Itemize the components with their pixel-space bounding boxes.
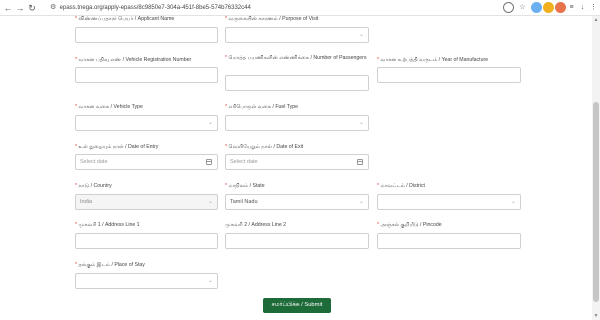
- country-label: * நாடு / Country: [75, 183, 112, 189]
- chevron-down-icon: ⌄: [358, 199, 364, 205]
- purpose-label: * வருகையின் காரணம் / Purpose of Visit: [225, 16, 319, 22]
- place-of-stay-select[interactable]: ⌄: [75, 273, 218, 289]
- address1-label: * முகவரி 1 / Address Line 1: [75, 222, 140, 228]
- chevron-down-icon: ⌄: [358, 120, 364, 126]
- submit-button[interactable]: சமர்ப்பிக்க / Submit: [263, 298, 331, 313]
- state-field: * மாநிலம் / State: [225, 183, 265, 190]
- address2-input[interactable]: [225, 233, 369, 249]
- pincode-field: * அஞ்சல் குறியீடு / Pincode: [377, 222, 442, 229]
- address2-field: முகவரி 2 / Address Line 2: [225, 222, 286, 229]
- state-select[interactable]: Tamil Nadu ⌄: [225, 194, 369, 210]
- country-select: India ⌄: [75, 194, 218, 210]
- page-scrollbar[interactable]: ▲ ▼: [592, 16, 600, 320]
- state-label: * மாநிலம் / State: [225, 183, 265, 189]
- passengers-label: * மொத்த பயணிகளின் எண்ணிக்கை / Number of P…: [225, 55, 367, 61]
- country-field: * நாடு / Country: [75, 183, 112, 190]
- chevron-down-icon: ⌄: [207, 278, 213, 284]
- manufacture-year-label: * வாகன உற்பத்தி வருடம் / Year of Manufact…: [377, 57, 489, 63]
- fuel-type-field: * எரிபொருள் வகை / Fuel Type: [225, 104, 298, 111]
- applicant-name-field: * விண்ணப்பதாரர் பெயர் / Applicant Name: [75, 16, 174, 23]
- purpose-field: * வருகையின் காரணம் / Purpose of Visit: [225, 16, 318, 23]
- date-entry-input[interactable]: Select date: [75, 154, 218, 170]
- scrollbar-thumb[interactable]: [593, 102, 599, 302]
- scroll-up-icon[interactable]: ▲: [592, 16, 600, 24]
- address-bar[interactable]: ⚙ epass.tnega.org/apply-epass/8c9850e7-3…: [50, 1, 520, 14]
- forward-icon[interactable]: →: [14, 2, 26, 14]
- place-of-stay-label: * தங்கும் இடம் / Place of Stay: [75, 262, 145, 268]
- purpose-select[interactable]: ⌄: [225, 27, 369, 43]
- bookmark-star-icon[interactable]: ☆: [517, 2, 528, 13]
- chevron-down-icon: ⌄: [358, 32, 364, 38]
- date-exit-field: * வெளியேறும் நாள் / Date of Exit: [225, 144, 303, 151]
- chevron-down-icon: ⌄: [510, 199, 516, 205]
- download-icon[interactable]: ↓: [577, 2, 588, 13]
- install-app-icon[interactable]: [503, 2, 514, 13]
- fuel-type-select[interactable]: ⌄: [225, 115, 369, 131]
- applicant-name-label: * விண்ணப்பதாரர் பெயர் / Applicant Name: [75, 16, 175, 22]
- applicant-name-input[interactable]: [75, 27, 218, 43]
- address2-label: முகவரி 2 / Address Line 2: [225, 222, 287, 228]
- pincode-label: * அஞ்சல் குறியீடு / Pincode: [377, 222, 442, 228]
- calendar-icon[interactable]: [357, 159, 363, 165]
- site-info-icon[interactable]: ⚙: [50, 1, 58, 14]
- extension-icon[interactable]: [555, 2, 566, 13]
- browser-toolbar: ← → ↻ ⚙ epass.tnega.org/apply-epass/8c98…: [0, 0, 600, 16]
- address1-field: * முகவரி 1 / Address Line 1: [75, 222, 140, 229]
- url-text: epass.tnega.org/apply-epass/8c9850e7-304…: [59, 5, 251, 11]
- extensions-menu-icon[interactable]: ≡: [566, 2, 577, 13]
- address1-input[interactable]: [75, 233, 218, 249]
- vehicle-reg-field: * வாகன பதிவு எண் / Vehicle Registration N…: [75, 57, 191, 64]
- chevron-down-icon: ⌄: [207, 120, 213, 126]
- browser-menu-icon[interactable]: ⋮: [588, 2, 599, 13]
- date-entry-label: * உள் நுழையும் நாள் / Date of Entry: [75, 144, 159, 150]
- vehicle-type-label: * வாகன வகை / Vehicle Type: [75, 104, 143, 110]
- reload-icon[interactable]: ↻: [26, 2, 38, 14]
- district-label: * மாவட்டம் / District: [377, 183, 425, 189]
- district-select[interactable]: ⌄: [377, 194, 521, 210]
- vehicle-type-select[interactable]: ⌄: [75, 115, 218, 131]
- passengers-field: * மொத்த பயணிகளின் எண்ணிக்கை / Number of P…: [225, 55, 370, 62]
- date-exit-label: * வெளியேறும் நாள் / Date of Exit: [225, 144, 304, 150]
- pincode-input[interactable]: [377, 233, 521, 249]
- manufacture-year-field: * வாகன உற்பத்தி வருடம் / Year of Manufact…: [377, 57, 488, 64]
- scroll-down-icon[interactable]: ▼: [592, 312, 600, 320]
- manufacture-year-input[interactable]: [377, 67, 521, 83]
- chevron-down-icon: ⌄: [207, 199, 213, 205]
- vehicle-type-field: * வாகன வகை / Vehicle Type: [75, 104, 143, 111]
- calendar-icon[interactable]: [206, 159, 212, 165]
- date-entry-field: * உள் நுழையும் நாள் / Date of Entry: [75, 144, 158, 151]
- vehicle-reg-label: * வாகன பதிவு எண் / Vehicle Registration N…: [75, 57, 192, 63]
- vehicle-reg-input[interactable]: [75, 67, 218, 83]
- back-icon[interactable]: ←: [2, 2, 14, 14]
- date-exit-input[interactable]: Select date: [225, 154, 369, 170]
- place-of-stay-field: * தங்கும் இடம் / Place of Stay: [75, 262, 145, 269]
- extension-icon[interactable]: [543, 2, 554, 13]
- extension-icon[interactable]: [531, 2, 542, 13]
- district-field: * மாவட்டம் / District: [377, 183, 425, 190]
- fuel-type-label: * எரிபொருள் வகை / Fuel Type: [225, 104, 299, 110]
- passengers-input[interactable]: [225, 75, 369, 91]
